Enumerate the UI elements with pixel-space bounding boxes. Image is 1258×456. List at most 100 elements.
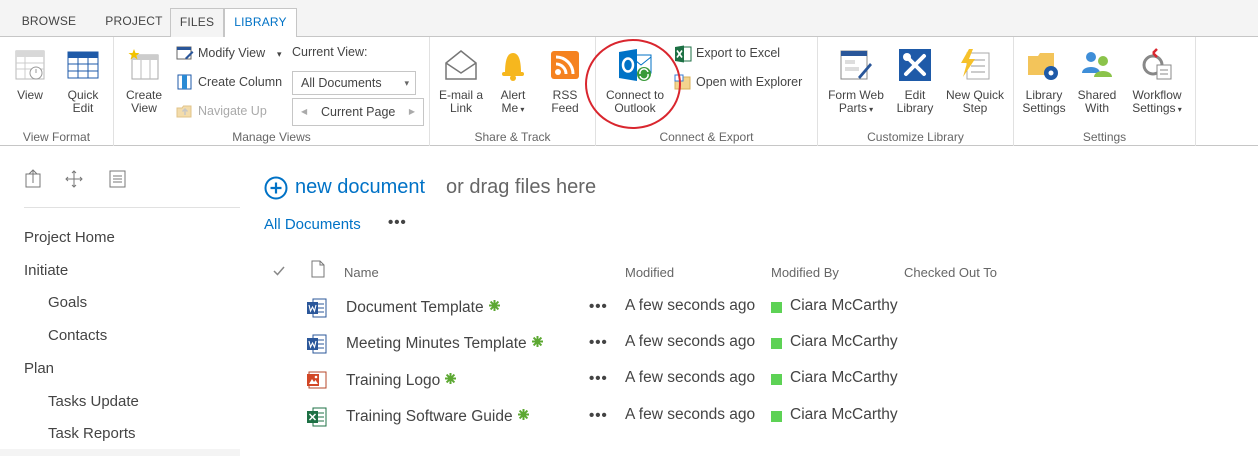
modified-by-cell[interactable]: Ciara McCarthy (790, 333, 898, 351)
document-name[interactable]: Training Software Guide (346, 408, 513, 425)
create-column-button[interactable]: Create Column (176, 71, 286, 93)
table-row-name[interactable]: Training Logo (346, 372, 457, 390)
chevron-left-icon[interactable]: ◀ (301, 99, 307, 125)
group-label-connect-export: Connect & Export (659, 130, 754, 144)
open-with-explorer-button[interactable]: Open with Explorer (674, 71, 814, 93)
left-navigation: Project Home Initiate Goals Contacts Pla… (0, 147, 240, 456)
column-header-checked-out-to[interactable]: Checked Out To (904, 265, 997, 280)
presence-indicator (771, 302, 782, 313)
chevron-right-icon[interactable]: ▶ (409, 99, 415, 125)
view-label: View (17, 88, 43, 102)
group-settings: Library Settings Shared With Workflow Se… (1014, 37, 1196, 146)
alert-me-button[interactable]: Alert Me ▾ (492, 47, 534, 116)
table-row-name[interactable]: Training Software Guide (346, 408, 529, 426)
chevron-down-icon: ▾ (866, 105, 874, 114)
view-all-documents-link[interactable]: All Documents (264, 216, 361, 233)
modified-by-cell[interactable]: Ciara McCarthy (790, 406, 898, 424)
nav-item-task-reports[interactable]: Task Reports (48, 425, 136, 442)
new-item-icon (517, 409, 529, 420)
create-view-label-2: View (131, 101, 157, 115)
tab-browse[interactable]: BROWSE (0, 8, 98, 37)
focus-content-icon[interactable] (108, 169, 128, 189)
navigate-up-label: Navigate Up (198, 104, 267, 118)
table-row-name[interactable]: Meeting Minutes Template (346, 335, 543, 353)
nav-item-tasks-update[interactable]: Tasks Update (48, 393, 139, 410)
quick-step-label-2: Step (962, 101, 988, 115)
new-quick-step-button[interactable]: New Quick Step (942, 47, 1008, 115)
tab-project[interactable]: PROJECT (98, 8, 170, 37)
bell-icon (502, 53, 524, 81)
row-ellipsis-menu[interactable]: ••• (589, 298, 608, 315)
quick-step-icon (961, 49, 990, 80)
quick-edit-icon (67, 51, 99, 79)
library-settings-icon (1028, 53, 1058, 80)
nav-item-initiate[interactable]: Initiate (24, 262, 68, 279)
chevron-down-icon: ▾ (518, 105, 525, 114)
ribbon: View Quick Edit View Format Create View (0, 37, 1258, 146)
shared-with-button[interactable]: Shared With (1074, 47, 1120, 115)
workflow-settings-button[interactable]: Workflow Settings ▾ (1124, 47, 1190, 116)
modify-view-icon (176, 46, 194, 60)
create-view-icon (128, 49, 159, 80)
group-label-view-format: View Format (22, 130, 91, 144)
rss-feed-button[interactable]: RSS Feed (542, 47, 588, 115)
create-view-button[interactable]: Create View (122, 47, 166, 115)
nav-item-project-home[interactable]: Project Home (24, 229, 115, 246)
row-ellipsis-menu[interactable]: ••• (589, 407, 608, 424)
email-link-button[interactable]: E-mail a Link (434, 47, 488, 115)
nav-bottom-strip (0, 449, 240, 456)
share-icon[interactable] (24, 169, 44, 189)
explorer-folder-icon (674, 74, 691, 90)
nav-item-contacts[interactable]: Contacts (48, 327, 107, 344)
column-header-name[interactable]: Name (344, 265, 379, 280)
move-icon[interactable] (64, 169, 84, 189)
edit-library-button[interactable]: Edit Library (892, 47, 938, 115)
document-name[interactable]: Document Template (346, 299, 484, 316)
tab-library[interactable]: LIBRARY (224, 8, 297, 38)
modified-by-cell[interactable]: Ciara McCarthy (790, 369, 898, 387)
view-more-ellipsis[interactable]: ••• (388, 214, 407, 231)
form-web-label-2: Parts (838, 101, 867, 115)
library-settings-button[interactable]: Library Settings (1018, 47, 1070, 115)
document-name[interactable]: Meeting Minutes Template (346, 335, 527, 352)
new-item-icon (488, 300, 500, 311)
add-circle-icon[interactable] (264, 176, 288, 200)
view-icon (15, 50, 45, 80)
create-column-label: Create Column (198, 75, 283, 89)
row-ellipsis-menu[interactable]: ••• (589, 334, 608, 351)
current-view-select[interactable]: All Documents ▾ (292, 71, 416, 95)
chevron-down-icon: ▾ (404, 78, 409, 88)
view-button[interactable]: View (8, 47, 52, 102)
excel-icon (675, 45, 692, 63)
new-document-link[interactable]: new document (295, 174, 425, 200)
shared-label-2: With (1085, 101, 1109, 115)
modified-cell: A few seconds ago (625, 369, 756, 386)
table-row-name[interactable]: Document Template (346, 299, 500, 317)
edit-library-icon (899, 49, 931, 81)
create-column-icon (177, 74, 192, 90)
modify-view-button[interactable]: Modify View ▾ (176, 42, 286, 64)
excel-file-icon (307, 407, 327, 427)
new-item-icon (531, 336, 543, 347)
current-page-control[interactable]: ◀ Current Page ▶ (292, 98, 424, 126)
new-item-icon (445, 373, 457, 384)
nav-item-plan[interactable]: Plan (24, 360, 54, 377)
export-to-excel-button[interactable]: Export to Excel (674, 42, 814, 64)
document-name[interactable]: Training Logo (346, 372, 440, 389)
group-connect-export: Connect to Outlook Export to Excel Open … (596, 37, 818, 146)
select-all-check-icon[interactable] (272, 264, 286, 278)
navigate-up-button[interactable]: Navigate Up (176, 100, 286, 122)
nav-toolbar (24, 169, 144, 189)
tab-files[interactable]: FILES (170, 8, 224, 38)
modified-by-cell[interactable]: Ciara McCarthy (790, 297, 898, 315)
row-ellipsis-menu[interactable]: ••• (589, 370, 608, 387)
quick-edit-button[interactable]: Quick Edit (60, 47, 106, 115)
column-header-modified[interactable]: Modified (625, 265, 674, 280)
shared-with-icon (1082, 52, 1112, 77)
column-header-modified-by[interactable]: Modified By (771, 265, 839, 280)
connect-to-outlook-button[interactable]: Connect to Outlook (600, 47, 670, 115)
outlook-label-2: Outlook (614, 101, 656, 115)
form-web-parts-button[interactable]: Form Web Parts ▾ (822, 47, 890, 116)
word-file-icon (307, 334, 327, 354)
nav-item-goals[interactable]: Goals (48, 294, 87, 311)
